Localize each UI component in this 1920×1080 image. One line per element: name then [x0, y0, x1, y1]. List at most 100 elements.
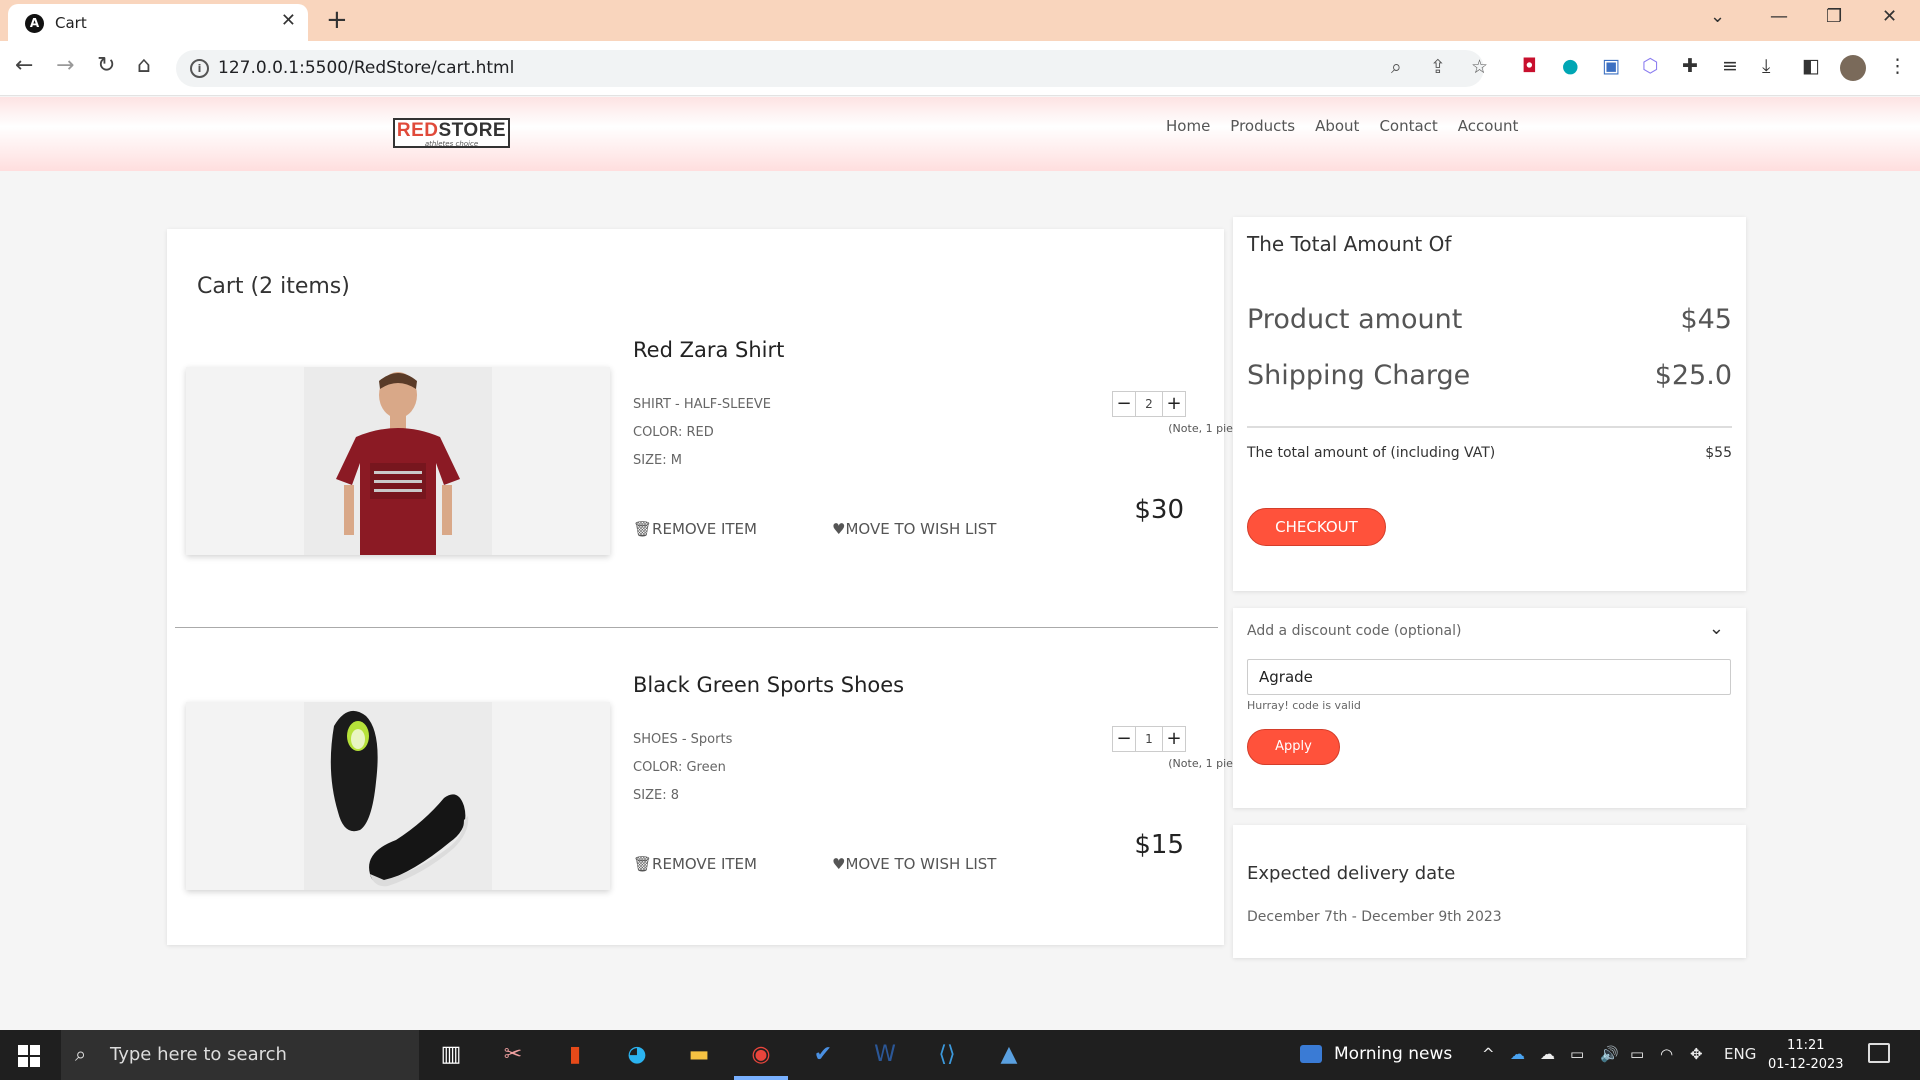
product-image-shirt[interactable]: [186, 367, 610, 555]
window-extension-icon[interactable]: ▣: [1602, 55, 1620, 77]
taskbar-search-box[interactable]: ⌕ Type here to search: [61, 1030, 419, 1080]
wifi-icon[interactable]: ◠: [1660, 1045, 1673, 1063]
logo-red-text: RED: [396, 120, 439, 141]
restore-window-button[interactable]: ❐: [1826, 6, 1842, 27]
item-price: $15: [1134, 830, 1184, 860]
battery-icon[interactable]: ▭: [1630, 1045, 1644, 1063]
windows-taskbar: ⌕ Type here to search ▥ ✂ ▮ ◕ ▬ ◉ ✔ W ⟨⟩…: [0, 1030, 1920, 1080]
task-view-icon[interactable]: ▥: [432, 1038, 470, 1072]
share-icon[interactable]: ⇪: [1430, 56, 1446, 78]
hex-extension-icon[interactable]: ⬡: [1642, 55, 1659, 77]
news-widget[interactable]: Morning news: [1300, 1044, 1452, 1064]
m-extension-icon[interactable]: ●: [1562, 55, 1579, 77]
nav-home[interactable]: Home: [1166, 117, 1210, 135]
redstore-logo[interactable]: REDSTORE athletes choice: [393, 118, 510, 148]
decrease-qty-button[interactable]: −: [1112, 391, 1136, 417]
reload-icon[interactable]: ↻: [97, 53, 115, 78]
word-app-icon[interactable]: W: [866, 1038, 904, 1072]
move-to-wishlist-button[interactable]: ♥MOVE TO WISH LIST: [832, 855, 996, 873]
cloud-error-icon[interactable]: ☁: [1540, 1045, 1555, 1063]
media-control-icon[interactable]: ≡: [1722, 55, 1738, 77]
logo-store-text: STORE: [438, 120, 507, 141]
close-tab-icon[interactable]: ✕: [281, 10, 296, 31]
bookmark-star-icon[interactable]: ☆: [1471, 56, 1488, 78]
decrease-qty-button[interactable]: −: [1112, 726, 1136, 752]
clock-time: 11:21: [1787, 1038, 1825, 1053]
quantity-value[interactable]: 2: [1136, 391, 1162, 417]
chrome-browser-icon[interactable]: ◉: [742, 1038, 780, 1072]
total-row: The total amount of (including VAT) $55: [1247, 445, 1732, 461]
home-icon[interactable]: ⌂: [137, 53, 151, 78]
meet-now-icon[interactable]: ▭: [1570, 1045, 1584, 1063]
nav-about[interactable]: About: [1315, 117, 1359, 135]
edge-browser-icon[interactable]: ◕: [618, 1038, 656, 1072]
vscode-app-icon[interactable]: ⟨⟩: [928, 1038, 966, 1072]
product-name[interactable]: Black Green Sports Shoes: [633, 673, 904, 697]
nav-products[interactable]: Products: [1230, 117, 1295, 135]
product-image-shoes[interactable]: [186, 702, 610, 890]
url-text[interactable]: 127.0.0.1:5500/RedStore/cart.html: [218, 58, 514, 78]
apply-button[interactable]: Apply: [1247, 729, 1340, 765]
wishlist-label: MOVE TO WISH LIST: [845, 855, 997, 873]
increase-qty-button[interactable]: +: [1162, 391, 1186, 417]
dropbox-icon[interactable]: ✥: [1690, 1045, 1703, 1063]
product-name[interactable]: Red Zara Shirt: [633, 338, 784, 362]
site-header: REDSTORE athletes choice Home Products A…: [0, 97, 1920, 171]
windows-start-icon[interactable]: [18, 1045, 40, 1067]
search-placeholder: Type here to search: [110, 1044, 287, 1065]
discount-code-input[interactable]: [1247, 659, 1731, 695]
item-divider: [175, 627, 1218, 628]
tab-search-chevron-icon[interactable]: ⌄: [1710, 6, 1725, 27]
profile-avatar[interactable]: [1840, 55, 1866, 81]
todo-app-icon[interactable]: ✔: [804, 1038, 842, 1072]
taskbar-clock[interactable]: 11:21 01-12-2023: [1768, 1036, 1844, 1074]
code-valid-message: Hurray! code is valid: [1247, 699, 1361, 712]
remove-item-button[interactable]: 🗑REMOVE ITEM: [633, 520, 757, 538]
quantity-value[interactable]: 1: [1136, 726, 1162, 752]
move-to-wishlist-button[interactable]: ♥MOVE TO WISH LIST: [832, 520, 996, 538]
discount-card: Add a discount code (optional) ⌄ Hurray!…: [1233, 608, 1746, 808]
quantity-stepper: − 2 +: [1112, 391, 1186, 417]
zoom-icon[interactable]: ⌕: [1391, 56, 1402, 78]
onedrive-icon[interactable]: ☁: [1510, 1045, 1525, 1063]
active-app-indicator: [734, 1076, 788, 1080]
tab-title: Cart: [55, 14, 87, 32]
browser-tab-bar: A Cart ✕ + ⌄ — ❐ ✕: [0, 0, 1920, 41]
snipping-tool-icon[interactable]: ✂: [494, 1038, 532, 1072]
side-panel-icon[interactable]: ◧: [1802, 55, 1820, 77]
chevron-down-icon[interactable]: ⌄: [1709, 618, 1724, 639]
back-arrow-icon[interactable]: ←: [15, 53, 33, 78]
remove-item-label: REMOVE ITEM: [652, 855, 757, 873]
browser-tab-cart[interactable]: A Cart ✕: [8, 4, 308, 41]
new-tab-button[interactable]: +: [326, 5, 348, 35]
minimize-window-button[interactable]: —: [1770, 6, 1788, 27]
close-window-button[interactable]: ✕: [1882, 6, 1897, 27]
extensions-puzzle-icon[interactable]: ✚: [1682, 55, 1698, 77]
file-explorer-icon[interactable]: ▬: [680, 1038, 718, 1072]
browser-menu-icon[interactable]: ⋮: [1888, 55, 1907, 77]
address-bar[interactable]: i 127.0.0.1:5500/RedStore/cart.html ⌕ ⇪ …: [176, 50, 1488, 87]
checkout-button[interactable]: CHECKOUT: [1247, 508, 1386, 546]
tray-overflow-chevron-icon[interactable]: ^: [1482, 1045, 1495, 1063]
total-label: The total amount of (including VAT): [1247, 445, 1496, 461]
remove-item-button[interactable]: 🗑REMOVE ITEM: [633, 855, 757, 873]
browser-toolbar: ← → ↻ ⌂ i 127.0.0.1:5500/RedStore/cart.h…: [0, 41, 1920, 96]
notification-center-icon[interactable]: [1868, 1043, 1890, 1063]
office-icon[interactable]: ▮: [556, 1038, 594, 1072]
heart-icon: ♥: [832, 855, 846, 873]
forward-arrow-icon[interactable]: →: [56, 53, 74, 78]
remove-item-label: REMOVE ITEM: [652, 520, 757, 538]
discount-toggle[interactable]: Add a discount code (optional): [1247, 623, 1461, 639]
angular-favicon-icon: A: [25, 14, 44, 33]
photos-app-icon[interactable]: ▲: [990, 1038, 1028, 1072]
site-info-icon[interactable]: i: [190, 59, 209, 78]
pocket-extension-icon[interactable]: ◘: [1522, 55, 1537, 77]
language-indicator[interactable]: ENG: [1724, 1045, 1756, 1063]
product-size: SIZE: M: [633, 453, 682, 468]
volume-icon[interactable]: 🔊: [1600, 1045, 1619, 1063]
summary-divider: [1247, 426, 1732, 428]
increase-qty-button[interactable]: +: [1162, 726, 1186, 752]
download-icon[interactable]: ⤓: [1762, 55, 1770, 77]
nav-contact[interactable]: Contact: [1379, 117, 1437, 135]
nav-account[interactable]: Account: [1458, 117, 1519, 135]
